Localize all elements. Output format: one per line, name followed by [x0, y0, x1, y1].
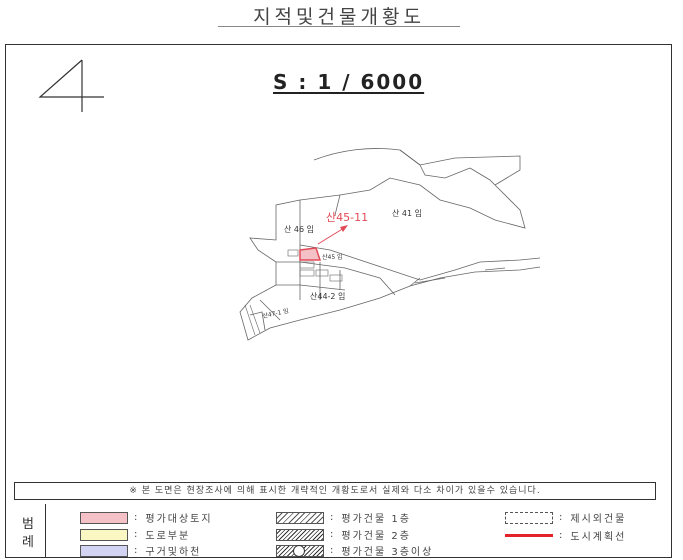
legend-colon: : [330, 545, 334, 556]
legend-divider [45, 504, 46, 558]
legend-colon: : [134, 545, 138, 556]
legend-item-urban-plan-line: : 도시계획선 [505, 528, 626, 543]
legend-item-building-2f: : 평가건물 2층 [276, 527, 411, 542]
legend-colon: : [559, 512, 563, 523]
legend-colon: : [134, 512, 138, 523]
legend-swatch-red-line [505, 534, 553, 537]
map-notice: ※ 본 도면은 현장조사에 의해 표시한 개략적인 개황도로서 실제와 다소 차… [14, 482, 656, 500]
legend-swatch-pink [80, 511, 128, 524]
legend-swatch-hatch-dense [276, 528, 324, 541]
subject-parcel [299, 247, 322, 261]
label-forest-45: 산45 임 [322, 253, 343, 261]
legend-swatch-dashed [505, 511, 553, 524]
pointer-arrow [317, 225, 348, 245]
legend-item-road: : 도로부분 [80, 527, 190, 542]
legend-colon: : [134, 529, 138, 540]
legend-swatch-hatch [276, 511, 324, 524]
legend-item-building-3f: : 평가건물 3층이상 [276, 543, 433, 558]
legend-swatch-yellow [80, 528, 128, 541]
legend-label: 도로부분 [145, 531, 191, 542]
label-forest-47-1: 산47-1 임 [262, 307, 290, 320]
legend-item-other-building: : 제시외건물 [505, 510, 626, 525]
label-forest-46: 산 46 임 [284, 224, 314, 234]
legend-title: 범례 [22, 517, 34, 550]
legend-label: 제시외건물 [570, 514, 627, 525]
legend-item-subject-land: : 평가대상토지 [80, 510, 213, 525]
label-forest-44-2: 산44-2 임 [310, 291, 345, 301]
legend-colon: : [559, 530, 563, 541]
legend-label: 평가대상토지 [145, 514, 213, 525]
label-forest-41: 산 41 임 [392, 208, 422, 218]
north-arrow-icon [38, 59, 104, 112]
legend-label: 평가건물 1층 [341, 514, 411, 525]
legend-swatch-hatch-circle [276, 544, 324, 557]
legend-swatch-blue [80, 544, 128, 557]
map-scale: S : 1 / 6000 [273, 70, 425, 94]
legend-item-river: : 구거및하천 [80, 543, 201, 558]
legend-label: 도시계획선 [570, 532, 627, 543]
legend-label: 평가건물 2층 [341, 531, 411, 542]
legend-item-building-1f: : 평가건물 1층 [276, 510, 411, 525]
label-subject-parcel: 산45-11 [326, 211, 368, 224]
legend-colon: : [330, 512, 334, 523]
legend-colon: : [330, 529, 334, 540]
legend-label: 구거및하천 [145, 547, 202, 558]
legend-label: 평가건물 3층이상 [341, 547, 434, 558]
